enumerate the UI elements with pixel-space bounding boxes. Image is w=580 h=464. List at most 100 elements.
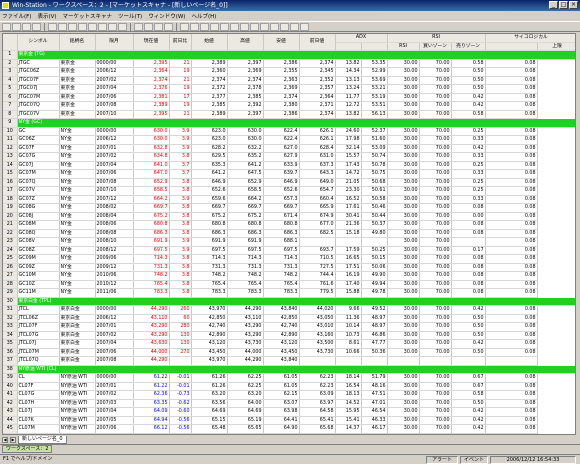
table-cell[interactable]: 2,364 [299,93,336,102]
table-cell[interactable]: 17.51 [335,263,362,272]
column-header[interactable]: 現在値 [133,34,170,51]
table-cell[interactable]: 46.17 [361,424,388,434]
table-cell[interactable]: 686.3 [263,229,300,238]
table-row[interactable]: 22 GC08Q NY金 2008/08 686.3 3.8 686.3 686.3 686.3… [3,229,575,238]
table-cell[interactable]: 660.4 [299,195,336,204]
table-row[interactable]: 39 CL NY原油 WTI 0000/00 61.22 -0.01 61.26 62.25 6… [3,373,575,383]
table-cell[interactable]: 東京金 [59,67,96,77]
table-cell[interactable]: JTGC07J [17,84,60,94]
table-cell[interactable]: 0.08 [485,280,538,289]
table-cell[interactable]: 682.5 [299,229,336,238]
table-cell[interactable]: 0.08 [451,254,486,264]
table-cell[interactable]: GC07F [17,144,60,153]
table-cell[interactable]: 65.65 [227,424,264,434]
table-cell[interactable]: 70.00 [419,314,452,323]
table-cell[interactable]: 697.5 [263,246,300,255]
table-cell[interactable]: 53.21 [361,84,388,94]
table-cell[interactable]: 2006/12 [95,135,134,145]
table-cell[interactable]: 61.26 [191,382,228,391]
table-cell[interactable]: 3.8 [169,254,192,264]
menu-window[interactable]: ウィンドウ(W) [148,12,185,20]
table-cell[interactable]: NY原油 WTI [59,399,96,408]
table-cell[interactable]: 630.0 [133,127,170,136]
table-cell[interactable]: 30.00 [387,135,420,145]
table-row[interactable]: 44 CL07K NY原油 WTI 2007/05 64.94 -0.56 65.15 65.… [3,416,575,425]
table-cell[interactable]: 63.07 [263,399,300,408]
table-cell[interactable]: NY原油 WTI [59,424,96,434]
table-cell[interactable]: 0.08 [451,271,486,281]
table-cell[interactable]: 15.57 [335,152,362,162]
table-cell[interactable]: 628.4 [299,144,336,153]
table-cell[interactable]: 0.08 [485,373,538,383]
table-cell[interactable]: 0.50 [451,322,486,332]
table-cell[interactable]: 30.00 [387,424,420,434]
table-cell[interactable]: 61.05 [263,382,300,391]
table-row[interactable]: 26 GC09Z NY金 2009/12 731.3 3.8 731.3 731.3 731.3… [3,263,575,272]
table-cell[interactable]: JTCL07G [17,331,60,340]
table-cell[interactable]: 0.08 [485,203,538,213]
table-cell[interactable]: 43,500 [299,339,336,349]
table-cell[interactable]: -0.73 [169,390,192,400]
table-cell[interactable]: CL07J [17,407,60,417]
table-cell[interactable]: 13.82 [335,110,362,119]
table-cell[interactable]: 0.33 [451,195,486,204]
table-cell[interactable]: 42,890 [191,331,228,340]
undo-icon[interactable] [78,22,87,31]
table-cell[interactable]: 70.00 [419,246,452,255]
table-cell[interactable]: 2007/02 [95,76,134,85]
table-cell[interactable]: 2007/04 [95,161,134,170]
table-cell[interactable]: 70.00 [419,348,452,357]
table-cell[interactable]: 30.00 [387,152,420,162]
table-cell[interactable]: NY金 [59,271,96,281]
table-cell[interactable]: 3.8 [169,271,192,281]
table-cell[interactable]: 43,290 [227,331,264,340]
table-cell[interactable]: NY金 [59,169,96,179]
table-cell[interactable]: NY金 [59,195,96,204]
table-row[interactable]: 3 JTGC06Z 東京金 2006/12 2,364 19 2,360 2,369 2,355… [3,67,575,77]
table-row[interactable]: 36 JTCL07M 東京白金 2007/06 44,000 270 43,450 44,00… [3,348,575,357]
table-cell[interactable]: 62.23 [299,382,336,391]
table-cell[interactable]: NY金 [59,220,96,230]
table-cell[interactable]: 0.08 [485,348,538,357]
tool-icon-m[interactable] [300,22,309,31]
table-cell[interactable]: 652.6 [263,186,300,196]
table-cell[interactable]: 東京白金 [59,339,96,349]
table-cell[interactable]: 70.00 [419,110,452,119]
table-cell[interactable]: 44,290 [133,305,170,315]
table-cell[interactable]: 783.3 [263,288,300,298]
table-cell[interactable]: JTGC06Z [17,67,60,77]
table-row[interactable]: 40 CL07F NY原油 WTI 2007/01 61.22 -0.01 61.26 62.… [3,382,575,391]
table-cell[interactable]: 0.08 [485,161,538,170]
sheet-tab[interactable]: 新しいページ名_0 [18,435,67,444]
table-cell[interactable]: 52.99 [361,67,388,77]
table-cell[interactable]: 東京白金 [59,322,96,332]
table-cell[interactable]: 東京金 [59,59,96,68]
table-cell[interactable]: 0.08 [485,152,538,162]
table-cell[interactable]: 70.00 [419,237,452,247]
table-cell[interactable]: 43,120 [191,339,228,349]
table-cell[interactable]: -0.56 [169,416,192,425]
table-cell[interactable]: 47.01 [361,399,388,408]
table-cell[interactable]: 30.00 [387,59,420,68]
table-cell[interactable]: 641.0 [133,161,170,170]
table-cell[interactable]: 62.25 [227,373,264,383]
table-cell[interactable]: GC08Q [17,229,60,238]
table-cell[interactable]: 東京白金 [59,314,96,323]
table-cell[interactable]: NY金 [59,229,96,238]
table-row[interactable]: 9 NY金 (GC) [3,118,575,128]
table-cell[interactable]: JTCL07M [17,348,60,357]
column-header[interactable]: 始値 [191,34,228,51]
table-cell[interactable]: 30.00 [387,331,420,340]
table-cell[interactable]: 0.50 [451,314,486,323]
table-cell[interactable]: 42,890 [263,331,300,340]
table-cell[interactable]: 30.00 [387,67,420,77]
table-cell[interactable]: JTCL [17,305,60,315]
table-cell[interactable]: 2,381 [133,93,170,102]
table-cell[interactable]: 2,385 [227,93,264,102]
table-cell[interactable]: 2,376 [133,84,170,94]
table-cell[interactable]: 697.5 [133,246,170,255]
table-cell[interactable]: 53.35 [361,59,388,68]
table-cell[interactable]: 0.08 [485,169,538,179]
table-cell[interactable]: 2,374 [227,76,264,85]
table-cell[interactable]: 30.00 [387,339,420,349]
